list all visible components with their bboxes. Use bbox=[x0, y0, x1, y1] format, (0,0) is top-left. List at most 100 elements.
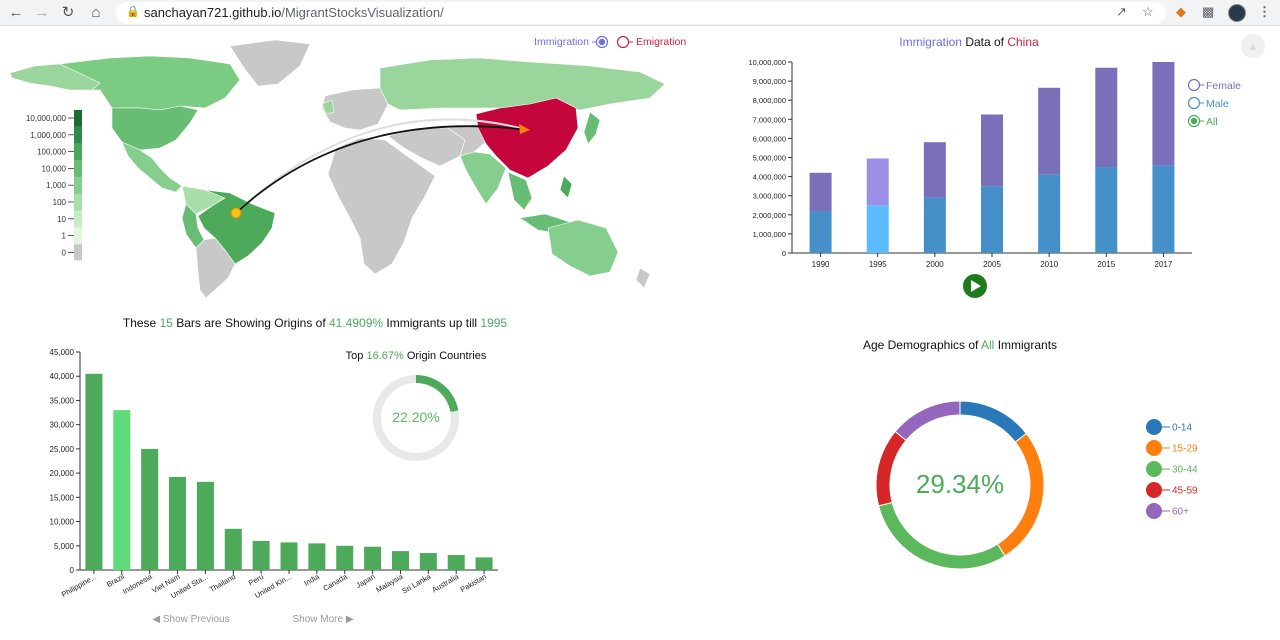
origin-bar[interactable] bbox=[475, 557, 493, 570]
x-tick-label: Philippine... bbox=[60, 572, 98, 599]
country-greenland[interactable] bbox=[229, 39, 311, 87]
origin-bar[interactable] bbox=[85, 373, 103, 570]
origin-bar[interactable] bbox=[419, 553, 437, 570]
metamask-extension-icon[interactable]: ◆ bbox=[1176, 4, 1186, 20]
age-legend-swatch[interactable] bbox=[1146, 440, 1162, 456]
x-tick-label: 1990 bbox=[812, 260, 830, 269]
origin-bar[interactable] bbox=[336, 545, 354, 570]
origin-marker-icon bbox=[230, 207, 242, 219]
legend-swatch bbox=[74, 177, 82, 194]
origin-bar[interactable] bbox=[447, 554, 465, 570]
bar-female-1995[interactable] bbox=[866, 158, 889, 206]
bar-female-1990[interactable] bbox=[809, 172, 832, 211]
origin-bar[interactable] bbox=[113, 410, 131, 570]
y-tick-label: 3,000,000 bbox=[753, 192, 786, 201]
reload-icon[interactable]: ↻ bbox=[58, 3, 78, 23]
age-slice-60+[interactable] bbox=[894, 400, 961, 442]
x-tick-label: Japan bbox=[354, 572, 376, 590]
bar-female-2017[interactable] bbox=[1152, 62, 1175, 166]
legend-male-radio[interactable] bbox=[1187, 96, 1201, 110]
age-slice-45-59[interactable] bbox=[875, 430, 907, 507]
country-japan[interactable] bbox=[583, 111, 601, 145]
y-tick-label: 0 bbox=[782, 249, 786, 258]
browser-menu-icon[interactable]: ⋮ bbox=[1258, 4, 1271, 20]
title-part: Bars are Showing Origins of bbox=[173, 316, 329, 330]
y-tick-label: 30,000 bbox=[50, 421, 75, 430]
age-slice-0-14[interactable] bbox=[959, 400, 1028, 443]
donut-small-title: Top 16.67% Origin Countries bbox=[346, 350, 487, 362]
back-arrow-icon[interactable]: ← bbox=[6, 3, 26, 23]
age-legend-label[interactable]: 30-44 bbox=[1172, 465, 1198, 476]
origin-bar[interactable] bbox=[169, 476, 187, 570]
age-legend-swatch[interactable] bbox=[1146, 503, 1162, 519]
age-legend-swatch[interactable] bbox=[1146, 482, 1162, 498]
age-slice-30-44[interactable] bbox=[878, 501, 1006, 570]
age-slice-15-29[interactable] bbox=[996, 432, 1045, 557]
bar-male-1995[interactable] bbox=[866, 205, 889, 253]
x-tick-label: Malaysia bbox=[374, 572, 405, 595]
profile-avatar[interactable] bbox=[1228, 4, 1246, 22]
immigration-toggle-label[interactable]: Immigration bbox=[534, 36, 589, 48]
emigration-toggle-label[interactable]: Emigration bbox=[636, 36, 686, 48]
legend-female-radio[interactable] bbox=[1187, 78, 1201, 92]
bar-male-2005[interactable] bbox=[981, 186, 1003, 253]
origins-bar-panel: These 15 Bars are Showing Origins of 41.… bbox=[50, 316, 508, 625]
bar-female-2000[interactable] bbox=[923, 142, 946, 198]
country-australia[interactable] bbox=[547, 219, 619, 277]
country-russia[interactable] bbox=[379, 57, 666, 111]
origin-bar[interactable] bbox=[141, 448, 159, 570]
bar-male-2017[interactable] bbox=[1152, 165, 1175, 253]
title-part: Age Demographics of bbox=[863, 338, 981, 352]
origin-bar[interactable] bbox=[308, 543, 326, 570]
country-philippines[interactable] bbox=[559, 175, 573, 199]
legend-all-label[interactable]: All bbox=[1206, 116, 1218, 128]
country-africa[interactable] bbox=[327, 137, 436, 275]
legend-swatch bbox=[74, 160, 82, 178]
bar-male-2010[interactable] bbox=[1038, 174, 1061, 253]
legend-label: 10,000,000 bbox=[26, 114, 67, 123]
origin-bar[interactable] bbox=[280, 542, 298, 570]
y-tick-label: 6,000,000 bbox=[753, 134, 786, 143]
bar-male-2000[interactable] bbox=[923, 197, 946, 253]
legend-label: 100,000 bbox=[37, 148, 66, 157]
origin-bar[interactable] bbox=[391, 551, 409, 570]
legend-male-label[interactable]: Male bbox=[1206, 98, 1229, 110]
age-chart-title: Age Demographics of All Immigrants bbox=[863, 338, 1057, 352]
age-legend-swatch[interactable] bbox=[1146, 419, 1162, 435]
y-tick-label: 15,000 bbox=[50, 493, 75, 502]
age-legend-label[interactable]: 0-14 bbox=[1172, 423, 1192, 434]
age-legend-label[interactable]: 60+ bbox=[1172, 507, 1189, 518]
show-previous-button[interactable]: ◀ Show Previous bbox=[152, 614, 229, 625]
age-legend-label[interactable]: 45-59 bbox=[1172, 486, 1198, 497]
bar-male-2015[interactable] bbox=[1095, 167, 1118, 253]
origin-bar[interactable] bbox=[364, 546, 382, 570]
country-new-zealand[interactable] bbox=[635, 267, 651, 289]
bar-female-2005[interactable] bbox=[981, 114, 1003, 187]
origin-bar[interactable] bbox=[252, 540, 270, 570]
country-india[interactable] bbox=[459, 151, 507, 205]
donut-value-arc[interactable] bbox=[416, 375, 459, 412]
play-button[interactable] bbox=[963, 274, 987, 298]
legend-swatch bbox=[74, 110, 82, 127]
show-more-button[interactable]: Show More ▶ bbox=[292, 614, 353, 625]
country-mexico[interactable] bbox=[121, 141, 183, 193]
url-host: sanchayan721.github.io bbox=[144, 5, 282, 20]
bar-female-2010[interactable] bbox=[1038, 87, 1061, 175]
origin-bar[interactable] bbox=[224, 528, 242, 570]
legend-female-label[interactable]: Female bbox=[1206, 80, 1241, 92]
forward-arrow-icon[interactable]: → bbox=[32, 3, 52, 23]
bar-female-2015[interactable] bbox=[1095, 67, 1118, 168]
origin-bar[interactable] bbox=[196, 481, 214, 570]
legend-label: 1,000 bbox=[46, 181, 67, 190]
age-legend-swatch[interactable] bbox=[1146, 461, 1162, 477]
home-icon[interactable]: ⌂ bbox=[86, 3, 106, 23]
age-legend-label[interactable]: 15-29 bbox=[1172, 444, 1198, 455]
map-legend: 10,000,0001,000,000100,00010,0001,000100… bbox=[26, 110, 82, 261]
extensions-puzzle-icon[interactable]: ▩ bbox=[1202, 4, 1214, 20]
share-icon[interactable]: ↗ bbox=[1116, 4, 1127, 20]
address-bar[interactable]: 🔒 sanchayan721.github.io/MigrantStocksVi… bbox=[116, 2, 1166, 24]
bar-male-1990[interactable] bbox=[809, 210, 832, 253]
map-mode-toggle: Immigration Emigration bbox=[534, 35, 686, 49]
bookmark-star-icon[interactable]: ☆ bbox=[1142, 4, 1154, 20]
emigration-radio[interactable] bbox=[616, 35, 630, 49]
